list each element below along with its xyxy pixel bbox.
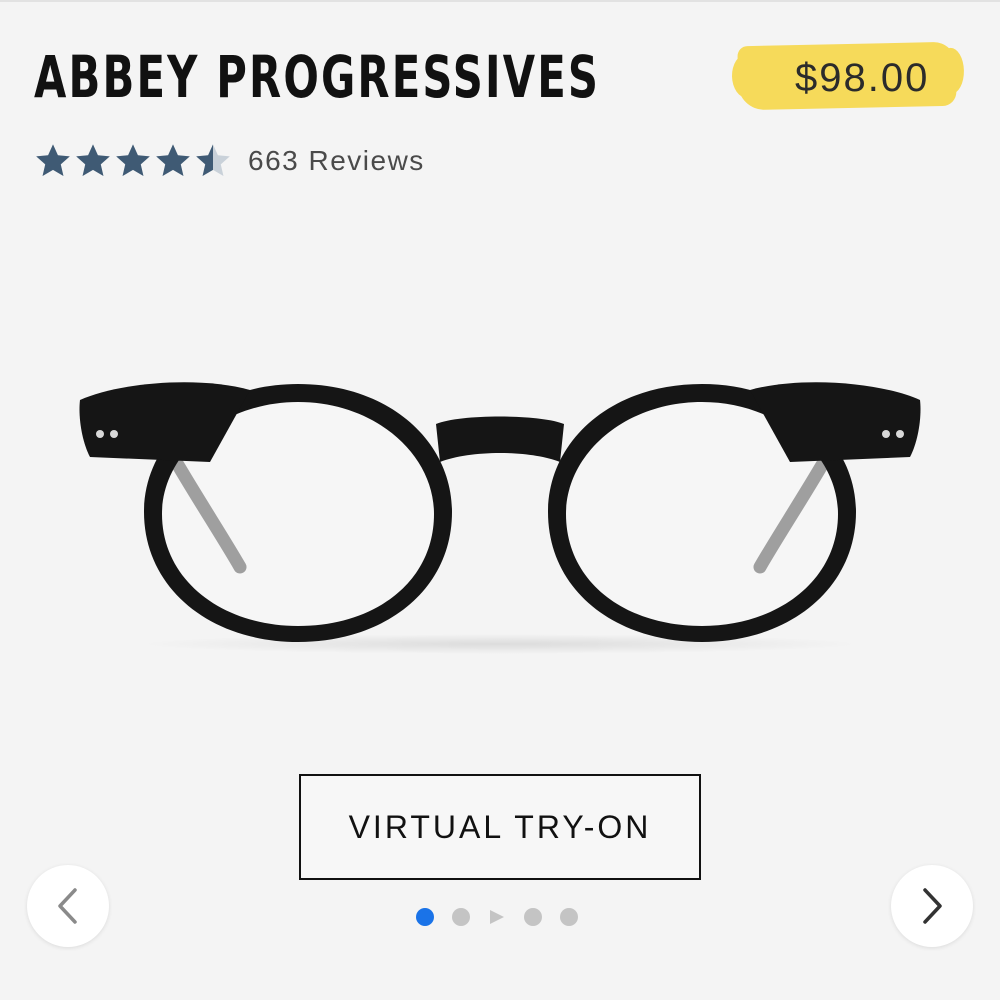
chevron-right-icon bbox=[923, 888, 942, 924]
product-title: ABBEY PROGRESSIVES bbox=[34, 43, 601, 111]
star-rating bbox=[34, 142, 232, 180]
star-icon bbox=[116, 144, 150, 177]
carousel-next-button[interactable] bbox=[891, 865, 973, 947]
carousel-dot[interactable] bbox=[452, 908, 470, 926]
carousel-prev-button[interactable] bbox=[27, 865, 109, 947]
carousel-dots bbox=[416, 908, 578, 926]
carousel-dot[interactable] bbox=[416, 908, 434, 926]
eyeglasses-image bbox=[79, 382, 921, 654]
virtual-try-on-button[interactable]: VIRTUAL TRY-ON bbox=[299, 774, 701, 880]
video-play-indicator-icon[interactable] bbox=[488, 908, 506, 926]
carousel-dot[interactable] bbox=[560, 908, 578, 926]
carousel-dot[interactable] bbox=[524, 908, 542, 926]
reviews-count[interactable]: 663 Reviews bbox=[248, 145, 425, 177]
half-star-icon bbox=[196, 144, 230, 177]
star-icon bbox=[76, 144, 110, 177]
rating-row[interactable]: 663 Reviews bbox=[34, 142, 425, 180]
star-icon bbox=[156, 144, 190, 177]
product-page: ABBEY PROGRESSIVES $98.00 663 Reviews VI… bbox=[0, 0, 1000, 1000]
star-icon bbox=[36, 144, 70, 177]
chevron-left-icon bbox=[58, 888, 77, 924]
product-price: $98.00 bbox=[795, 56, 930, 100]
